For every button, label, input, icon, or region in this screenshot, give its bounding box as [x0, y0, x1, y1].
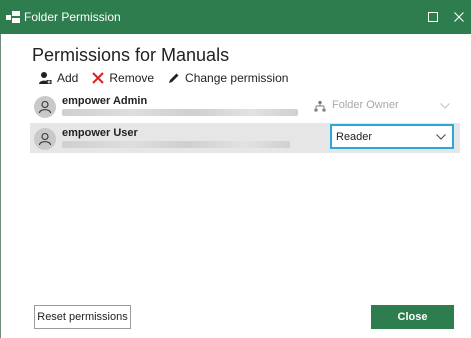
maximize-button[interactable]: [420, 4, 446, 30]
chevron-down-icon: [440, 103, 450, 109]
maximize-icon: [428, 12, 438, 22]
page-title: Permissions for Manuals: [32, 45, 230, 65]
title-bar: Folder Permission: [0, 0, 471, 34]
toolbar: Add Remove Change permission: [38, 69, 302, 87]
change-permission-button[interactable]: Change permission: [168, 71, 288, 85]
list-item[interactable]: empower User Reader: [30, 123, 460, 153]
change-permission-label: Change permission: [185, 71, 289, 85]
remove-button[interactable]: Remove: [92, 71, 154, 85]
permission-select[interactable]: Reader: [330, 124, 454, 149]
user-name: empower User: [62, 127, 138, 139]
close-icon: [454, 12, 464, 22]
remove-button-label: Remove: [109, 71, 155, 85]
hierarchy-icon: [314, 101, 326, 112]
close-button[interactable]: Close: [371, 305, 454, 329]
permission-list: empower Admin Folder Owner empower User …: [30, 90, 460, 155]
user-name: empower Admin: [62, 95, 148, 107]
remove-x-icon: [92, 72, 105, 84]
user-icon: [38, 100, 52, 114]
user-icon: [38, 132, 52, 146]
avatar: [34, 128, 56, 150]
permission-value: Reader: [336, 131, 373, 143]
avatar: [34, 96, 56, 118]
add-button[interactable]: Add: [38, 71, 78, 85]
chevron-down-icon: [436, 134, 446, 140]
window-title: Folder Permission: [24, 10, 121, 24]
folder-permission-app-icon: [6, 11, 20, 23]
user-detail-redacted: [62, 141, 290, 148]
pencil-icon: [169, 73, 179, 83]
close-window-button[interactable]: [446, 4, 471, 30]
add-user-icon: [39, 72, 52, 84]
add-button-label: Add: [57, 71, 79, 85]
user-detail-redacted: [62, 109, 298, 116]
window-border: [0, 34, 1, 338]
reset-permissions-button[interactable]: Reset permissions: [34, 305, 131, 329]
permission-value: Folder Owner: [332, 99, 399, 111]
list-item[interactable]: empower Admin Folder Owner: [30, 91, 460, 121]
